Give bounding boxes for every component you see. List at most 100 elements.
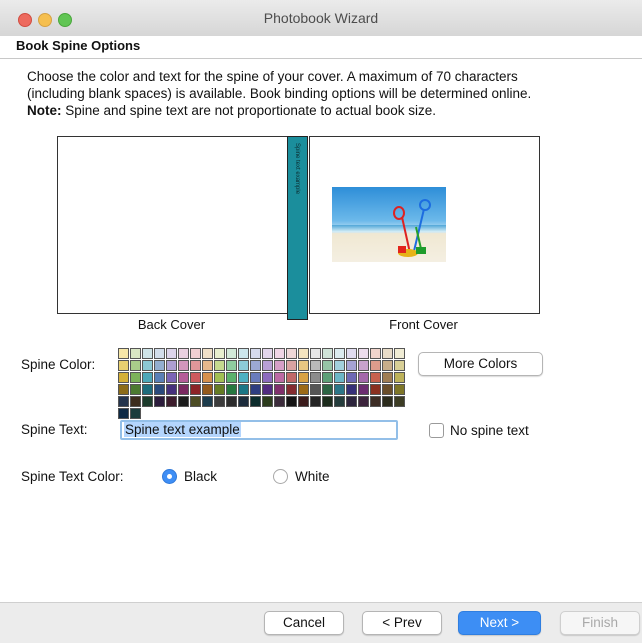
color-swatch[interactable] [322,384,333,395]
color-swatch[interactable] [382,384,393,395]
color-swatch[interactable] [154,360,165,371]
color-swatch[interactable] [310,360,321,371]
color-swatch[interactable] [130,396,141,407]
color-swatch[interactable] [154,396,165,407]
color-swatch[interactable] [166,384,177,395]
color-swatch[interactable] [166,348,177,359]
color-swatch[interactable] [118,408,129,419]
color-swatch[interactable] [394,348,405,359]
cancel-button[interactable]: Cancel [264,611,344,635]
color-swatch[interactable] [262,396,273,407]
color-swatch[interactable] [142,396,153,407]
color-swatch[interactable] [334,372,345,383]
prev-button[interactable]: < Prev [362,611,442,635]
color-swatch[interactable] [394,360,405,371]
next-button[interactable]: Next > [458,611,541,635]
color-swatch[interactable] [358,384,369,395]
color-swatch[interactable] [190,396,201,407]
color-swatch[interactable] [238,396,249,407]
color-swatch[interactable] [238,384,249,395]
color-swatch[interactable] [370,372,381,383]
color-swatch[interactable] [370,396,381,407]
color-swatch[interactable] [202,372,213,383]
color-swatch[interactable] [214,360,225,371]
black-radio[interactable] [162,469,177,484]
color-swatch[interactable] [346,384,357,395]
color-swatch[interactable] [214,348,225,359]
color-swatch[interactable] [226,348,237,359]
color-swatch[interactable] [190,348,201,359]
color-swatch[interactable] [286,372,297,383]
color-swatch[interactable] [298,384,309,395]
color-swatch[interactable] [334,360,345,371]
color-swatch[interactable] [262,360,273,371]
color-swatch[interactable] [238,360,249,371]
color-swatch[interactable] [178,384,189,395]
color-swatch[interactable] [394,396,405,407]
color-swatch[interactable] [250,384,261,395]
color-swatch[interactable] [250,372,261,383]
color-swatch[interactable] [226,372,237,383]
color-swatch[interactable] [274,372,285,383]
color-swatch[interactable] [250,396,261,407]
color-swatch[interactable] [274,348,285,359]
color-swatch[interactable] [310,384,321,395]
color-swatch[interactable] [226,360,237,371]
color-swatch[interactable] [322,348,333,359]
color-swatch[interactable] [214,384,225,395]
color-swatch[interactable] [358,360,369,371]
color-swatch[interactable] [382,396,393,407]
color-swatch[interactable] [274,396,285,407]
color-swatch[interactable] [142,360,153,371]
more-colors-button[interactable]: More Colors [418,352,543,376]
color-swatch[interactable] [382,348,393,359]
color-swatch[interactable] [190,360,201,371]
color-swatch[interactable] [310,372,321,383]
color-swatch[interactable] [130,372,141,383]
color-swatch[interactable] [214,396,225,407]
color-swatch[interactable] [262,348,273,359]
color-swatch[interactable] [118,396,129,407]
color-swatch[interactable] [370,360,381,371]
color-swatch[interactable] [286,396,297,407]
color-swatch[interactable] [130,348,141,359]
color-swatch[interactable] [166,360,177,371]
spine-text-input[interactable]: Spine text example [120,420,398,440]
color-swatch[interactable] [154,384,165,395]
color-swatch[interactable] [118,360,129,371]
color-swatch[interactable] [322,396,333,407]
color-swatch[interactable] [142,384,153,395]
color-swatch[interactable] [250,348,261,359]
color-swatch[interactable] [118,384,129,395]
color-swatch[interactable] [178,360,189,371]
color-swatch[interactable] [334,348,345,359]
color-swatch[interactable] [226,396,237,407]
color-swatch[interactable] [286,348,297,359]
color-swatch[interactable] [142,348,153,359]
color-swatch[interactable] [238,372,249,383]
color-swatch[interactable] [310,396,321,407]
color-swatch[interactable] [202,360,213,371]
color-swatch[interactable] [178,348,189,359]
color-swatch[interactable] [358,348,369,359]
color-swatch[interactable] [238,348,249,359]
color-swatch[interactable] [298,372,309,383]
color-swatch[interactable] [298,396,309,407]
color-swatch[interactable] [202,348,213,359]
color-swatch[interactable] [346,348,357,359]
color-swatch[interactable] [322,360,333,371]
color-swatch[interactable] [202,396,213,407]
color-swatch[interactable] [382,360,393,371]
color-swatch[interactable] [262,372,273,383]
color-swatch[interactable] [154,348,165,359]
color-swatch[interactable] [214,372,225,383]
color-swatch[interactable] [130,408,141,419]
color-swatch[interactable] [394,372,405,383]
color-swatch[interactable] [334,396,345,407]
color-swatch[interactable] [298,348,309,359]
color-swatch[interactable] [334,384,345,395]
color-swatch[interactable] [202,384,213,395]
color-swatch[interactable] [178,372,189,383]
color-swatch[interactable] [262,384,273,395]
color-swatch[interactable] [166,372,177,383]
